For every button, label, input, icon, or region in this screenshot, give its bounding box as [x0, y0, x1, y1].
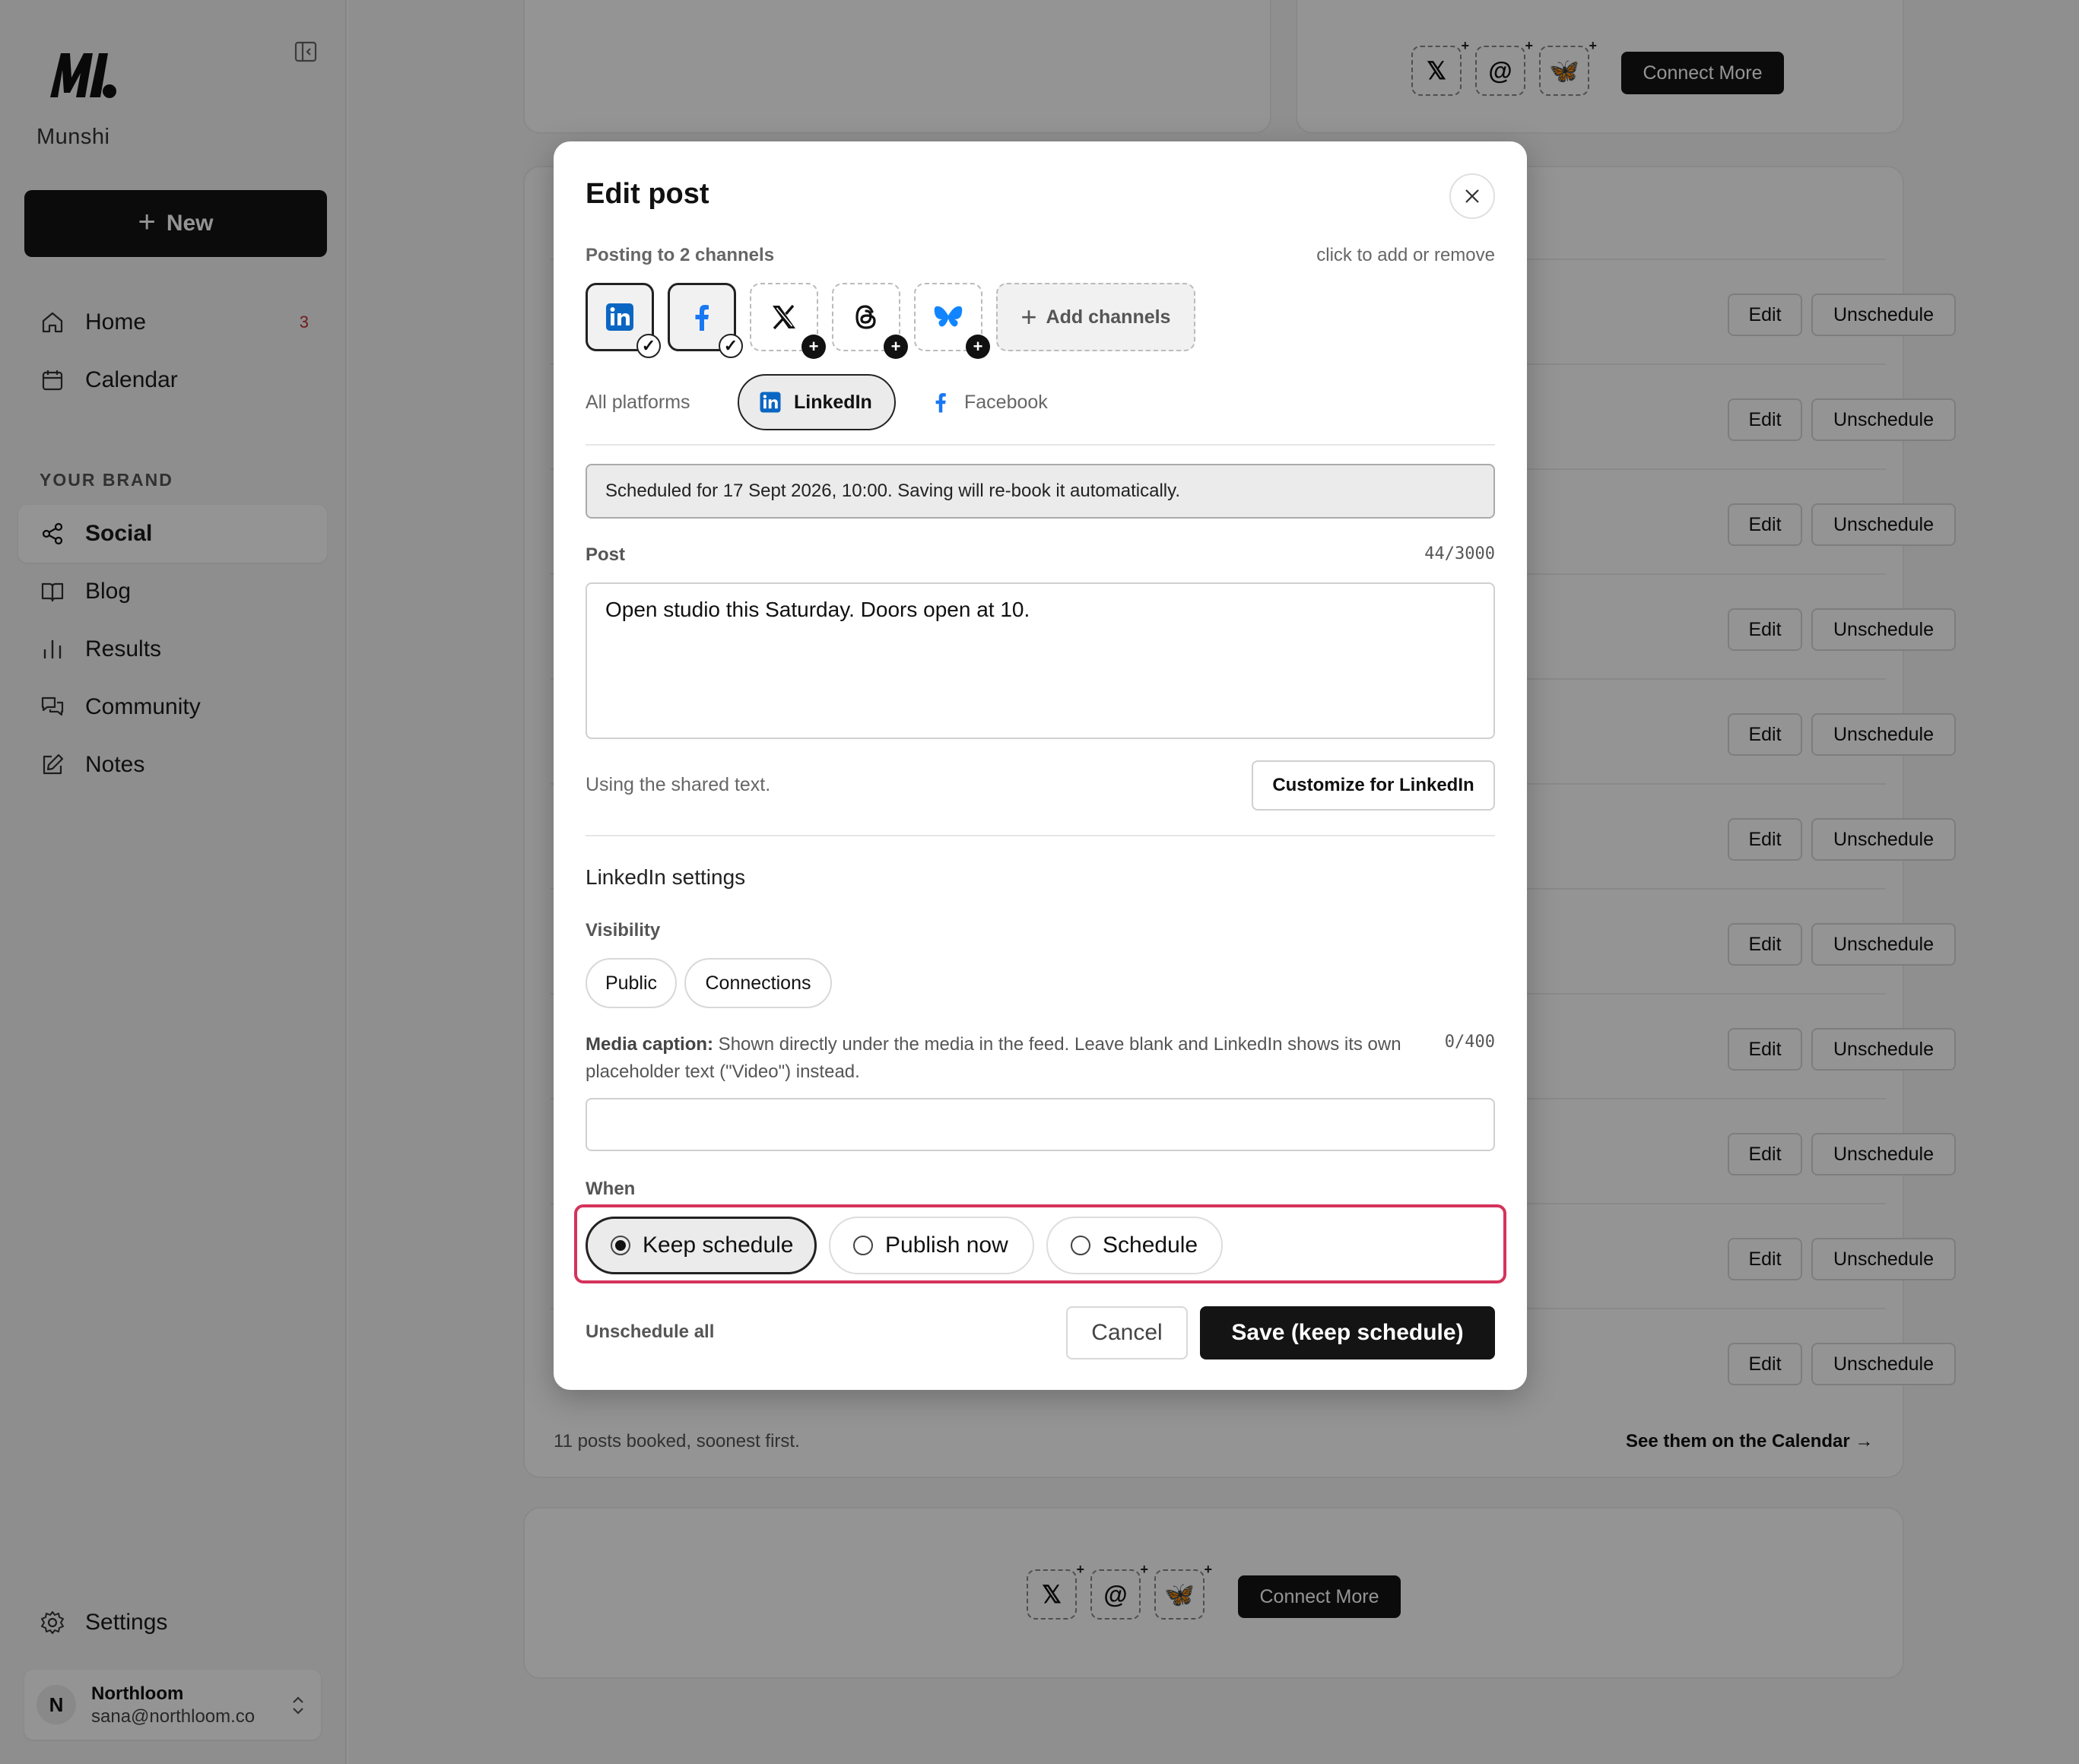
- media-caption-label: Media caption:: [586, 1034, 714, 1055]
- add-plus-icon: +: [801, 335, 826, 359]
- schedule-notice: Scheduled for 17 Sept 2026, 10:00. Savin…: [586, 464, 1495, 519]
- facebook-icon: [935, 393, 946, 413]
- visibility-public[interactable]: Public: [586, 958, 677, 1008]
- posting-channels-label: Posting to 2 channels: [586, 245, 775, 265]
- when-publish-now[interactable]: Publish now: [829, 1217, 1034, 1274]
- tab-label: All platforms: [586, 391, 690, 413]
- threads-channel-toggle[interactable]: +: [832, 283, 908, 359]
- bluesky-channel-toggle[interactable]: +: [914, 283, 990, 359]
- when-label: When: [586, 1179, 636, 1199]
- radio-selected-icon: [611, 1236, 630, 1255]
- radio-icon: [1071, 1236, 1090, 1255]
- divider: [586, 444, 1495, 446]
- facebook-icon: [695, 305, 709, 331]
- close-button[interactable]: [1449, 173, 1495, 219]
- customize-linkedin-button[interactable]: Customize for LinkedIn: [1252, 760, 1495, 811]
- post-char-counter: 44/3000: [1424, 544, 1495, 563]
- radio-icon: [853, 1236, 873, 1255]
- close-icon: [1465, 189, 1479, 203]
- channels-hint: click to add or remove: [1316, 245, 1495, 265]
- plus-icon: +: [1020, 301, 1037, 332]
- facebook-channel-toggle[interactable]: ✓: [668, 283, 743, 358]
- when-keep-schedule[interactable]: Keep schedule: [586, 1217, 817, 1274]
- divider: [586, 835, 1495, 836]
- add-channels-button[interactable]: + Add channels: [996, 283, 1195, 351]
- tab-facebook[interactable]: Facebook: [909, 374, 1068, 430]
- cancel-button[interactable]: Cancel: [1066, 1306, 1188, 1359]
- post-label: Post: [586, 544, 626, 565]
- x-icon: [773, 304, 795, 330]
- radio-label: Keep schedule: [643, 1233, 794, 1258]
- linkedin-channel-toggle[interactable]: ✓: [586, 283, 661, 358]
- add-plus-icon: +: [884, 335, 908, 359]
- tab-label: LinkedIn: [794, 391, 872, 413]
- shared-text-note: Using the shared text.: [586, 774, 771, 795]
- edit-post-dialog: Edit post Posting to 2 channels click to…: [554, 141, 1527, 1390]
- post-textarea[interactable]: Open studio this Saturday. Doors open at…: [586, 582, 1495, 739]
- visibility-label: Visibility: [586, 920, 661, 941]
- bluesky-icon: [934, 306, 963, 327]
- x-channel-toggle[interactable]: +: [750, 283, 826, 359]
- tab-label: Facebook: [964, 391, 1048, 413]
- radio-label: Publish now: [885, 1233, 1008, 1258]
- visibility-connections[interactable]: Connections: [684, 958, 832, 1008]
- media-caption-help: Media caption: Shown directly under the …: [586, 1031, 1407, 1086]
- add-channels-label: Add channels: [1046, 306, 1171, 328]
- selected-check-icon: ✓: [719, 334, 743, 358]
- media-caption-input[interactable]: [586, 1098, 1495, 1151]
- radio-label: Schedule: [1103, 1233, 1198, 1258]
- dialog-title: Edit post: [586, 178, 709, 210]
- tab-all-platforms[interactable]: All platforms: [554, 374, 710, 430]
- save-button[interactable]: Save (keep schedule): [1200, 1306, 1495, 1359]
- selected-check-icon: ✓: [636, 334, 661, 358]
- linkedin-icon: [606, 303, 633, 331]
- add-plus-icon: +: [966, 335, 990, 359]
- linkedin-settings-title: LinkedIn settings: [586, 865, 746, 889]
- tab-linkedin[interactable]: LinkedIn: [738, 374, 896, 430]
- when-schedule[interactable]: Schedule: [1046, 1217, 1223, 1274]
- unschedule-all-button[interactable]: Unschedule all: [586, 1321, 714, 1343]
- threads-icon: [855, 305, 876, 329]
- caption-char-counter: 0/400: [1444, 1033, 1495, 1052]
- linkedin-icon: [760, 392, 781, 413]
